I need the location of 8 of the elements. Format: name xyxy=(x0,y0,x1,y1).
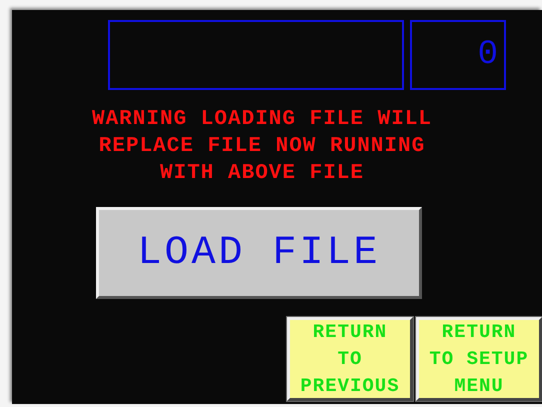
return-button[interactable]: RETURN TO SETUP MENU xyxy=(416,317,542,401)
warning-text: REPLACE FILE NOW RUNNING xyxy=(98,134,426,160)
file-name-field[interactable] xyxy=(108,20,404,90)
load-file-button[interactable]: LOAD FILE xyxy=(96,207,422,299)
warning-text: WARNING LOADING FILE WILL xyxy=(92,107,432,133)
warning-text: WITH ABOVE FILE xyxy=(160,161,364,187)
return-button[interactable]: RETURN TO PREVIOUS xyxy=(287,317,413,401)
counter-field[interactable]: 0 xyxy=(410,20,506,90)
